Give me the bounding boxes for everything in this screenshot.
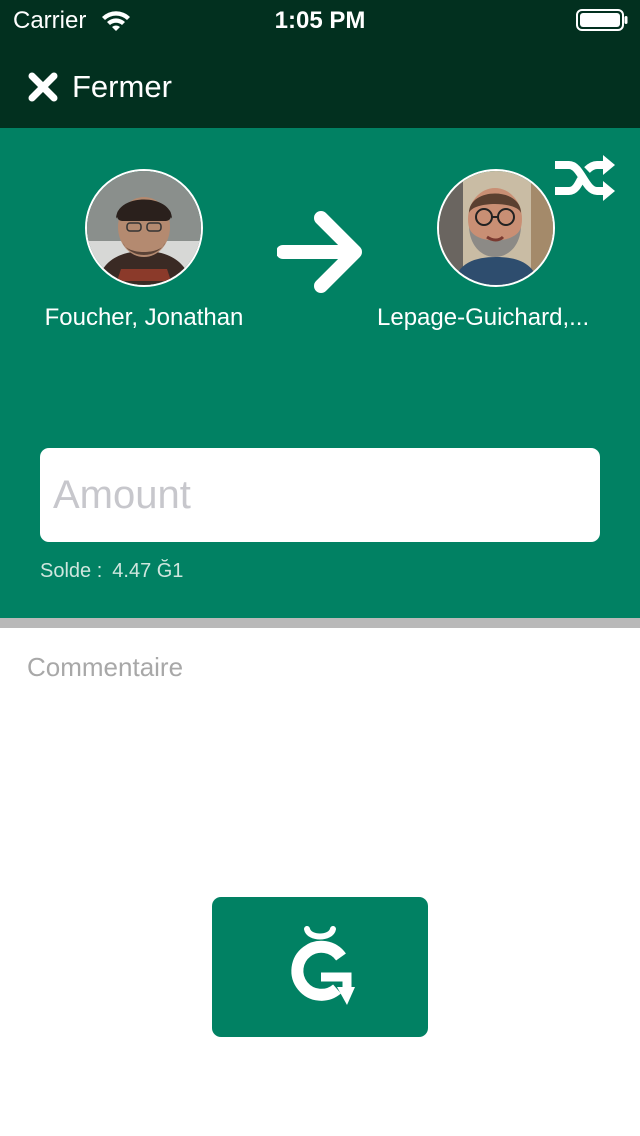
status-bar: Carrier 1:05 PM	[0, 0, 640, 40]
battery-full-icon	[576, 9, 628, 31]
shuffle-icon	[555, 155, 615, 201]
transfer-panel: Foucher, Jonathan Lepage-Guichard,... So…	[0, 128, 640, 618]
close-button[interactable]: Fermer	[26, 68, 172, 106]
send-button[interactable]	[212, 897, 428, 1037]
balance-value: 4.47 Ğ1	[112, 560, 184, 582]
status-time: 1:05 PM	[274, 7, 366, 34]
g1-currency-icon	[291, 926, 355, 1005]
swap-direction-button[interactable]	[551, 153, 617, 203]
balance-label: Solde :	[40, 560, 103, 582]
comment-field[interactable]	[10, 640, 630, 860]
sender-name: Foucher, Jonathan	[44, 304, 244, 331]
navigation-bar: Fermer	[0, 40, 640, 128]
balance-line: Solde : 4.47 Ğ1	[40, 560, 183, 583]
recipient-name: Lepage-Guichard,...	[377, 304, 590, 331]
divider	[0, 618, 640, 628]
recipient-avatar	[437, 169, 555, 287]
close-label: Fermer	[72, 69, 172, 104]
amount-input[interactable]	[40, 448, 600, 542]
arrow-right-icon	[277, 210, 365, 294]
close-icon	[28, 72, 58, 102]
sender-avatar	[85, 169, 203, 287]
